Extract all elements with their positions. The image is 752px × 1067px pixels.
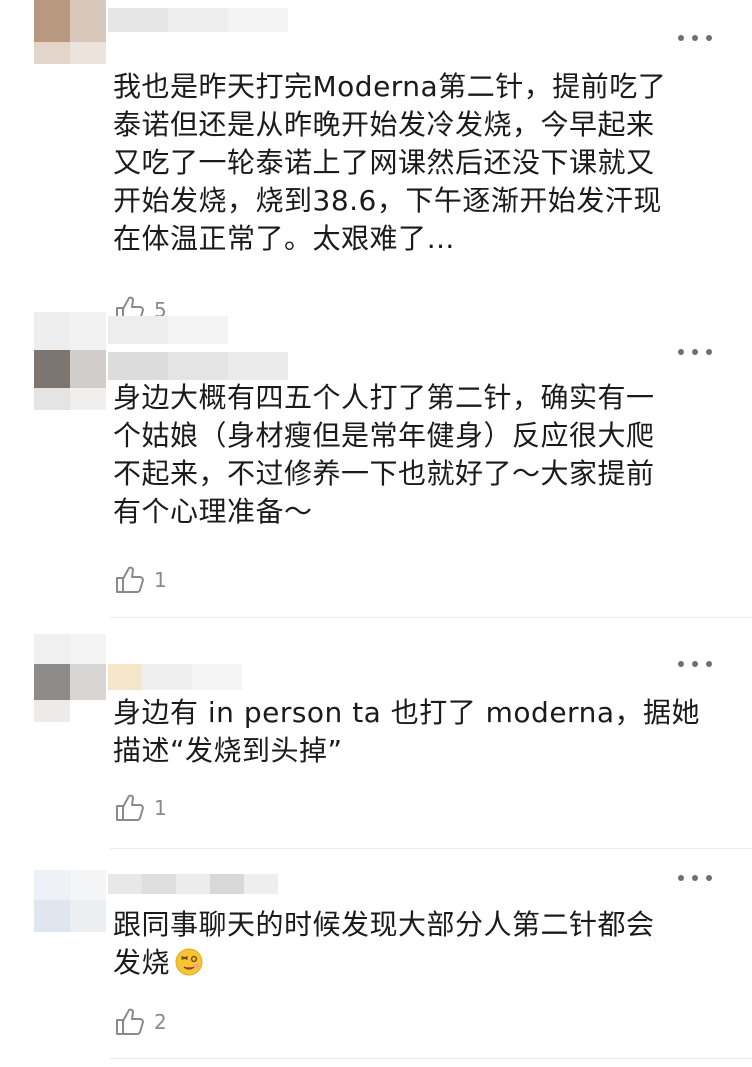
like-count: 2 xyxy=(154,1010,167,1034)
divider xyxy=(110,1058,752,1059)
thumbs-up-icon xyxy=(116,794,144,821)
like-button[interactable]: 2 xyxy=(114,1006,167,1038)
comment-text: 身边大概有四五个人打了第二针，确实有一 个姑娘（身材瘦但是常年健身）反应很大爬 … xyxy=(113,381,655,528)
comment-1: 我也是昨天打完Moderna第二针，提前吃了 泰诺但还是从昨晚开始发冷发烧，今早… xyxy=(0,0,752,335)
more-options-button[interactable] xyxy=(678,658,712,670)
more-options-button[interactable] xyxy=(678,346,712,358)
more-dots-icon xyxy=(678,349,684,355)
more-dots-icon xyxy=(678,661,684,667)
more-dots-icon xyxy=(678,875,684,881)
more-dots-icon xyxy=(678,35,684,41)
like-button[interactable]: 1 xyxy=(114,564,167,596)
comment-text: 我也是昨天打完Moderna第二针，提前吃了 泰诺但还是从昨晚开始发冷发烧，今早… xyxy=(113,70,667,255)
like-count: 1 xyxy=(154,568,167,592)
comment-3: 身边有 in person ta 也打了 moderna，据她 描述“发烧到头掉… xyxy=(0,628,752,850)
more-options-button[interactable] xyxy=(678,32,712,44)
dizzy-face-emoji-icon xyxy=(175,948,203,976)
comment-2: 身边大概有四五个人打了第二针，确实有一 个姑娘（身材瘦但是常年健身）反应很大爬 … xyxy=(0,312,752,622)
divider xyxy=(110,848,752,849)
comment-4: 跟同事聊天的时候发现大部分人第二针都会 发烧 2 xyxy=(0,858,752,1067)
more-options-button[interactable] xyxy=(678,872,712,884)
like-button[interactable]: 1 xyxy=(114,792,167,824)
thumbs-up-icon xyxy=(116,1008,144,1035)
like-count: 1 xyxy=(154,796,167,820)
comment-text: 跟同事聊天的时候发现大部分人第二针都会 发烧 xyxy=(113,906,713,982)
thumbs-up-icon xyxy=(116,566,144,593)
comment-text: 身边有 in person ta 也打了 moderna，据她 描述“发烧到头掉… xyxy=(113,696,700,767)
divider xyxy=(110,617,752,618)
